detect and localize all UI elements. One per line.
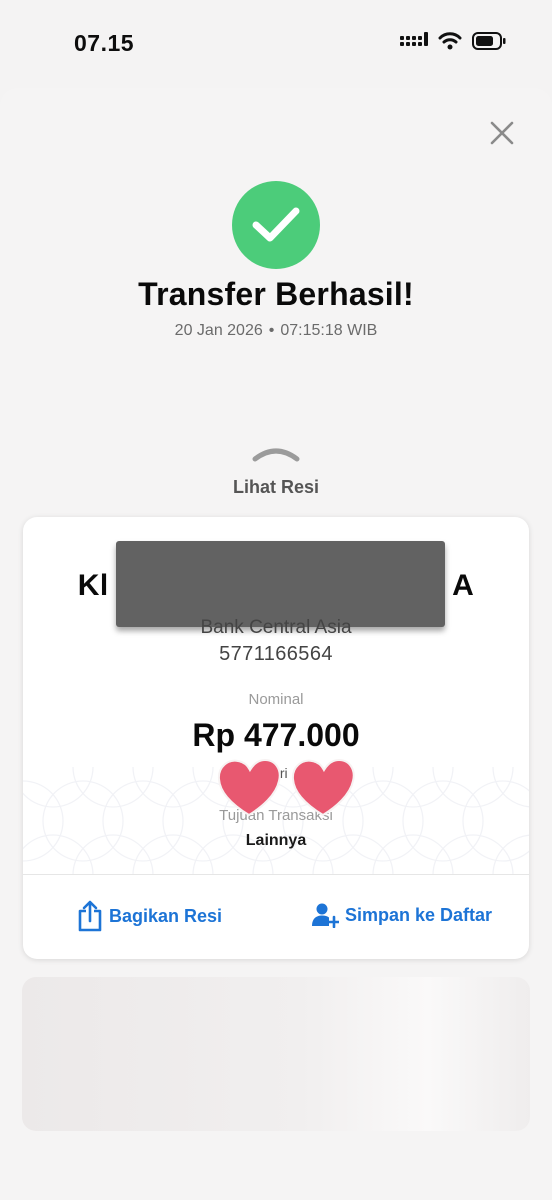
close-button[interactable]	[486, 117, 518, 149]
nominal-label: Nominal	[248, 691, 304, 708]
save-to-list-label: Simpan ke Daftar	[345, 904, 493, 925]
status-bar: 07.15	[0, 0, 552, 88]
checkmark-icon	[252, 207, 300, 242]
add-user-icon	[312, 903, 339, 928]
status-time: 07.15	[74, 30, 135, 56]
transaction-time: 07:15:18 WIB	[280, 322, 378, 339]
bank-name: Bank Central Asia	[200, 617, 352, 638]
heart-right-icon	[291, 758, 355, 817]
save-to-list-button[interactable]: Simpan ke Daftar	[311, 902, 492, 928]
close-icon	[490, 121, 514, 145]
share-receipt-label: Bagikan Resi	[109, 905, 223, 926]
transfer-amount: Rp 477.000	[192, 717, 360, 753]
transaction-datetime: 20 Jan 2026 • 07:15:18 WIB	[0, 322, 552, 340]
account-number: 5771166564	[219, 643, 333, 665]
status-icons	[400, 32, 506, 50]
separator-dot: •	[268, 322, 275, 339]
receipt-card: Kl A Bank Central Asia 5771166564 Nomina…	[23, 517, 529, 959]
heart-left-icon	[217, 758, 281, 817]
transfer-success-screen: 07.15 Transfer Berhasil! 20 Jan 2026 • 0…	[0, 0, 552, 1200]
redaction-block	[116, 541, 445, 627]
receipt-toggle-chevron[interactable]	[250, 444, 302, 464]
signal-icon	[400, 32, 428, 50]
page-title: Transfer Berhasil!	[138, 276, 414, 312]
success-badge	[232, 181, 320, 269]
transaction-date: 20 Jan 2026	[174, 322, 263, 339]
wifi-icon	[438, 32, 462, 50]
card-divider	[23, 874, 529, 875]
chevron-up-icon	[252, 448, 300, 462]
heart-stickers	[217, 758, 355, 817]
share-receipt-button[interactable]: Bagikan Resi	[77, 900, 222, 932]
share-icon	[78, 900, 102, 932]
battery-icon	[472, 32, 506, 50]
purpose-value: Lainnya	[245, 832, 307, 849]
bottom-panel	[22, 977, 530, 1131]
view-receipt-button[interactable]: Lihat Resi	[0, 477, 552, 498]
